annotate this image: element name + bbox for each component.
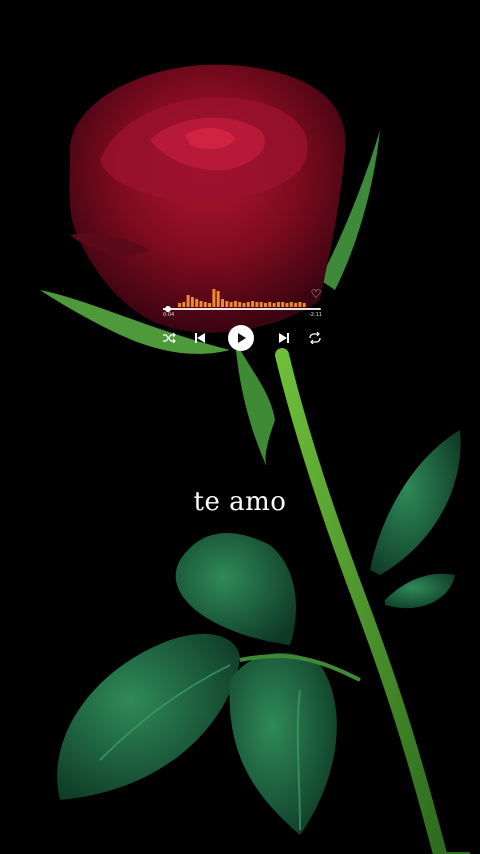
audio-visualizer <box>178 289 306 307</box>
progress-bar[interactable] <box>163 306 321 312</box>
visualizer-bar <box>190 297 194 307</box>
caption-text: te amo <box>193 487 287 517</box>
play-button[interactable] <box>228 325 254 351</box>
visualizer-bar <box>186 295 190 307</box>
elapsed-time: 0:04 <box>163 312 175 318</box>
visualizer-bar <box>216 291 220 307</box>
shuffle-icon[interactable] <box>162 332 176 344</box>
playback-controls <box>160 324 326 352</box>
visualizer-bar <box>212 289 216 307</box>
progress-track <box>163 308 321 310</box>
play-icon <box>238 333 246 343</box>
previous-icon[interactable] <box>193 332 207 344</box>
music-player: ♡ 0:04 -2:11 <box>160 283 326 353</box>
visualizer-bar <box>195 299 199 307</box>
next-icon[interactable] <box>277 332 291 344</box>
remaining-time: -2:11 <box>308 312 322 318</box>
heart-icon[interactable]: ♡ <box>310 288 322 300</box>
repeat-icon[interactable] <box>308 332 322 344</box>
visualizer-bar <box>221 299 224 307</box>
rose-artwork <box>0 0 480 854</box>
